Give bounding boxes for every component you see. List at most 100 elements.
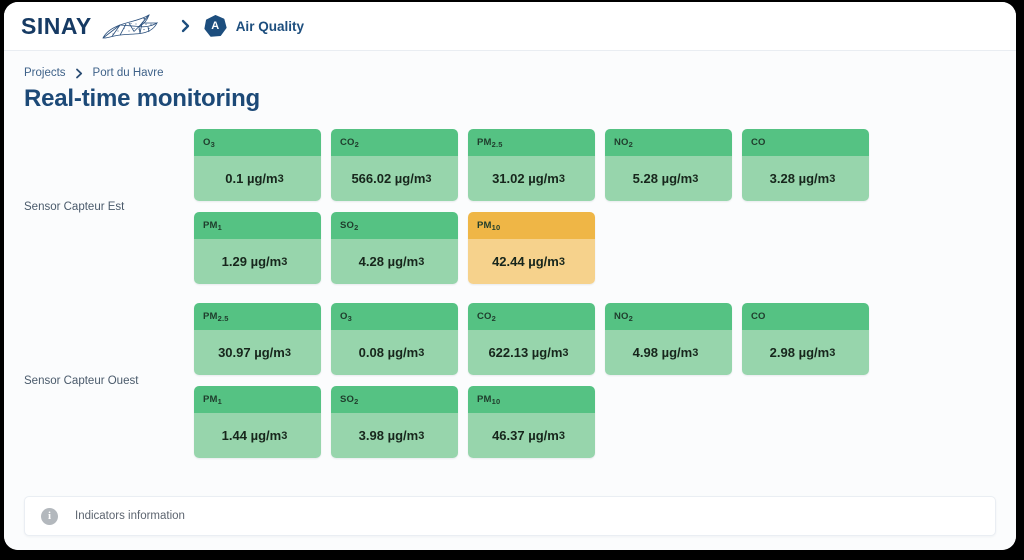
pollutant-name: CO (477, 311, 492, 322)
top-navigation-bar: SINAY (4, 2, 1016, 51)
pollutant-value: 0.1 µg/m3 (194, 156, 321, 201)
pollutant-card-header: PM2.5 (468, 129, 595, 156)
dolphin-icon (96, 11, 162, 41)
sensor-card-line: PM11.44 µg/m3SO23.98 µg/m3PM1046.37 µg/m… (194, 386, 996, 458)
pollutant-card[interactable]: PM1042.44 µg/m3 (468, 212, 595, 284)
pollutant-card[interactable]: PM11.44 µg/m3 (194, 386, 321, 458)
pollutant-name: CO (751, 137, 766, 148)
pollutant-value: 2.98 µg/m3 (742, 330, 869, 375)
app-name-label: Air Quality (236, 19, 304, 34)
pollutant-name: CO (340, 137, 355, 148)
pollutant-subscript: 10 (492, 397, 501, 406)
pollutant-value: 1.44 µg/m3 (194, 413, 321, 458)
sensor-name-label: Sensor Capteur Ouest (24, 375, 194, 387)
sensor-name-label: Sensor Capteur Est (24, 201, 194, 213)
pollutant-card-header: SO2 (331, 212, 458, 239)
sensor-card-line: PM11.29 µg/m3SO24.28 µg/m3PM1042.44 µg/m… (194, 212, 996, 284)
indicators-information-label: Indicators information (75, 510, 185, 522)
pollutant-card[interactable]: NO2 4.98 µg/m3 (605, 303, 732, 375)
pollutant-card-header: PM2.5 (194, 303, 321, 330)
main-content: Projects Port du Havre Real-time monitor… (4, 51, 1016, 550)
pollutant-card[interactable]: O30.08 µg/m3 (331, 303, 458, 375)
sensor-row: Sensor Capteur OuestPM2.530.97 µg/m3O30.… (24, 303, 996, 458)
pollutant-card[interactable]: NO25.28 µg/m3 (605, 129, 732, 201)
pollutant-card-header: O3 (331, 303, 458, 330)
pollutant-card[interactable]: CO2566.02 µg/m3 (331, 129, 458, 201)
pollutant-value: 3.98 µg/m3 (331, 413, 458, 458)
pollutant-subscript: 2 (492, 314, 496, 323)
pollutant-subscript: 2.5 (218, 314, 229, 323)
sensor-card-group: PM2.530.97 µg/m3O30.08 µg/m3CO2622.13 µg… (194, 303, 996, 458)
pollutant-name: SO (340, 394, 354, 405)
pollutant-name: PM (477, 137, 492, 148)
pollutant-name: NO (614, 137, 629, 148)
pollutant-card[interactable]: O30.1 µg/m3 (194, 129, 321, 201)
pollutant-name: O (340, 311, 348, 322)
info-circle-icon: i (41, 508, 58, 525)
pollutant-value: 3.28 µg/m3 (742, 156, 869, 201)
pollutant-card-header: CO (742, 303, 869, 330)
pollutant-card[interactable]: SO24.28 µg/m3 (331, 212, 458, 284)
pollutant-value: 566.02 µg/m3 (331, 156, 458, 201)
pollutant-card[interactable]: PM2.531.02 µg/m3 (468, 129, 595, 201)
pollutant-card[interactable]: CO2622.13 µg/m3 (468, 303, 595, 375)
pollutant-value: 30.97 µg/m3 (194, 330, 321, 375)
pollutant-card[interactable]: PM1046.37 µg/m3 (468, 386, 595, 458)
breadcrumb-item-projects[interactable]: Projects (24, 67, 66, 79)
breadcrumb: Projects Port du Havre (24, 67, 996, 79)
pollutant-name: PM (203, 311, 218, 322)
pollutant-name: PM (477, 220, 492, 231)
app-badge-letter: A (211, 21, 219, 32)
pollutant-subscript: 1 (218, 397, 222, 406)
logo-wordmark: SINAY (21, 13, 92, 40)
breadcrumb-chevron-icon (75, 68, 84, 79)
pollutant-subscript: 3 (348, 314, 352, 323)
pollutant-name: PM (203, 220, 218, 231)
pollutant-card-header: PM1 (194, 212, 321, 239)
pollutant-subscript: 2 (629, 140, 633, 149)
pollutant-subscript: 3 (211, 140, 215, 149)
sensor-card-line: O30.1 µg/m3CO2566.02 µg/m3PM2.531.02 µg/… (194, 129, 996, 201)
pollutant-name: O (203, 137, 211, 148)
pollutant-card[interactable]: SO23.98 µg/m3 (331, 386, 458, 458)
pollutant-subscript: 2 (355, 140, 359, 149)
pollutant-card-header: CO2 (331, 129, 458, 156)
pollutant-card-header: CO (742, 129, 869, 156)
pollutant-card-header: CO2 (468, 303, 595, 330)
pollutant-value: 4.98 µg/m3 (605, 330, 732, 375)
pollutant-card-header: PM1 (194, 386, 321, 413)
page-title: Real-time monitoring (24, 85, 996, 113)
pollutant-value: 622.13 µg/m3 (468, 330, 595, 375)
pollutant-subscript: 2.5 (492, 140, 503, 149)
app-window: SINAY (4, 2, 1016, 550)
pollutant-value: 31.02 µg/m3 (468, 156, 595, 201)
sensor-card-line: PM2.530.97 µg/m3O30.08 µg/m3CO2622.13 µg… (194, 303, 996, 375)
pollutant-subscript: 2 (629, 314, 633, 323)
breadcrumb-item-current[interactable]: Port du Havre (93, 67, 164, 79)
pollutant-card-header: NO2 (605, 129, 732, 156)
pollutant-name: PM (203, 394, 218, 405)
pollutant-name: SO (340, 220, 354, 231)
sensor-card-group: O30.1 µg/m3CO2566.02 µg/m3PM2.531.02 µg/… (194, 129, 996, 284)
app-selector[interactable]: A Air Quality (204, 15, 304, 38)
pollutant-value: 0.08 µg/m3 (331, 330, 458, 375)
pollutant-subscript: 2 (354, 223, 358, 232)
pollutant-name: NO (614, 311, 629, 322)
app-badge-icon: A (204, 15, 227, 38)
indicators-information-bar[interactable]: i Indicators information (24, 496, 996, 536)
pollutant-card[interactable]: PM11.29 µg/m3 (194, 212, 321, 284)
pollutant-value: 5.28 µg/m3 (605, 156, 732, 201)
pollutant-subscript: 1 (218, 223, 222, 232)
pollutant-subscript: 10 (492, 223, 501, 232)
pollutant-card[interactable]: CO2.98 µg/m3 (742, 303, 869, 375)
pollutant-value: 4.28 µg/m3 (331, 239, 458, 284)
pollutant-card-header: PM10 (468, 212, 595, 239)
pollutant-card[interactable]: CO 3.28 µg/m3 (742, 129, 869, 201)
pollutant-card-header: O3 (194, 129, 321, 156)
sensor-row: Sensor Capteur EstO30.1 µg/m3CO2566.02 µ… (24, 129, 996, 284)
pollutant-value: 42.44 µg/m3 (468, 239, 595, 284)
sinay-logo[interactable]: SINAY (21, 11, 162, 41)
pollutant-card-header: SO2 (331, 386, 458, 413)
pollutant-name: PM (477, 394, 492, 405)
pollutant-card[interactable]: PM2.530.97 µg/m3 (194, 303, 321, 375)
